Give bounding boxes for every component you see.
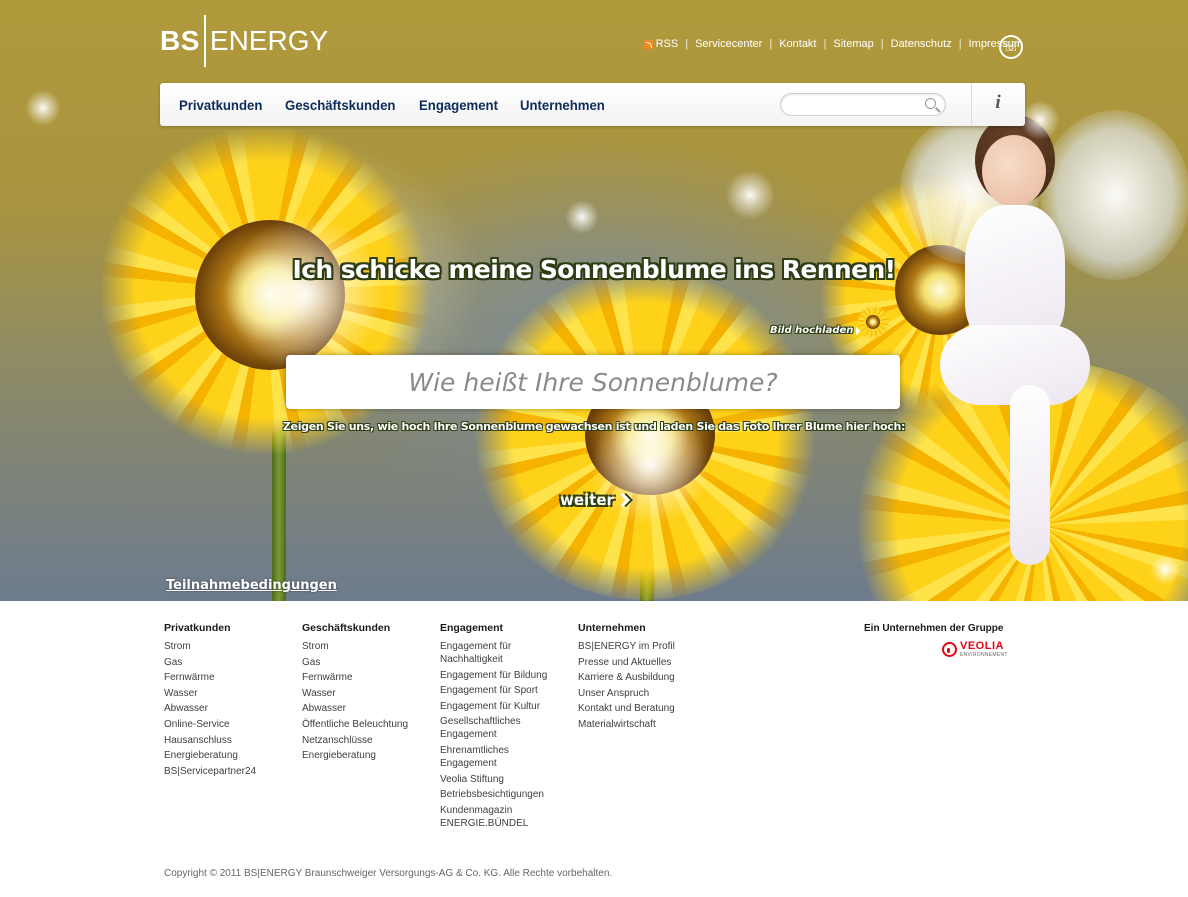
terms-link[interactable]: Teilnahmebedingungen xyxy=(166,578,337,593)
footer-link[interactable]: Fernwärme xyxy=(164,671,289,684)
footer-link[interactable]: Energieberatung xyxy=(302,749,427,762)
footer-link[interactable]: Engagement für Bildung xyxy=(440,669,558,682)
footer-link[interactable]: Betriebsbesichtigungen xyxy=(440,788,558,801)
veolia-subtitle: ENVIRONNEMENT xyxy=(960,652,1008,658)
upload-image-link[interactable]: Bild hochladen xyxy=(770,325,862,336)
sparkle xyxy=(25,90,61,126)
footer-link[interactable]: Engagement für Kultur xyxy=(440,700,558,713)
veolia-logo[interactable]: VEOLIA ENVIRONNEMENT xyxy=(942,641,1008,658)
topnav-rss[interactable]: RSS xyxy=(656,38,679,50)
footer-link[interactable]: Gesellschaftliches Engagement xyxy=(440,715,558,741)
footer-link[interactable]: Gas xyxy=(302,656,427,669)
footer-column-geschaeftskunden: Geschäftskunden Strom Gas Fernwärme Wass… xyxy=(302,622,427,765)
search-input[interactable] xyxy=(791,94,921,115)
group-label: Ein Unternehmen der Gruppe xyxy=(864,623,1004,634)
footer-link[interactable]: Presse und Aktuelles xyxy=(578,656,703,669)
footer-link[interactable]: Strom xyxy=(302,640,427,653)
topnav-kontakt[interactable]: Kontakt xyxy=(779,38,816,50)
logo-divider xyxy=(203,15,206,67)
logo-bs-text: BS xyxy=(160,25,200,56)
search-box xyxy=(780,93,946,116)
fairy-girl-image xyxy=(880,95,1188,601)
footer-link[interactable]: Abwasser xyxy=(164,702,289,715)
topnav-separator: | xyxy=(769,38,773,50)
footer-link[interactable]: Wasser xyxy=(164,687,289,700)
footer-link[interactable]: Unser Anspruch xyxy=(578,687,703,700)
footer-link[interactable]: Online-Service xyxy=(164,718,289,731)
footer-link[interactable]: Engagement für Nachhaltigkeit xyxy=(440,640,558,666)
footer-link[interactable]: Veolia Stiftung xyxy=(440,773,558,786)
nav-divider xyxy=(971,83,972,126)
nav-engagement[interactable]: Engagement xyxy=(419,97,498,113)
topnav-separator: | xyxy=(823,38,827,50)
upload-instruction: Zeigen Sie uns, wie hoch Ihre Sonnenblum… xyxy=(282,420,906,433)
footer-link[interactable]: Wasser xyxy=(302,687,427,700)
footer-column-privatkunden: Privatkunden Strom Gas Fernwärme Wasser … xyxy=(164,622,289,780)
next-button-label: weiter xyxy=(560,491,614,509)
nav-geschaeftskunden[interactable]: Geschäftskunden xyxy=(285,97,395,113)
rss-icon[interactable] xyxy=(643,39,653,49)
topnav-separator: | xyxy=(685,38,689,50)
nav-privatkunden[interactable]: Privatkunden xyxy=(179,97,262,113)
main-navigation: Privatkunden Geschäftskunden Engagement … xyxy=(160,83,1025,126)
copyright-text: Copyright © 2011 BS|ENERGY Braunschweige… xyxy=(164,868,613,879)
info-icon[interactable]: i xyxy=(988,92,1008,116)
footer-link[interactable]: Kundenmagazin ENERGIE.BÜNDEL xyxy=(440,804,558,830)
bs-energy-logo[interactable]: BS ENERGY xyxy=(160,14,328,68)
footer-column-title: Privatkunden xyxy=(164,622,231,634)
flower-name-field xyxy=(286,355,900,409)
topnav-servicecenter[interactable]: Servicecenter xyxy=(695,38,762,50)
veolia-name: VEOLIA xyxy=(960,640,1004,652)
footer-link[interactable]: Abwasser xyxy=(302,702,427,715)
footer-column-title: Engagement xyxy=(440,622,504,634)
footer-column-title: Unternehmen xyxy=(578,622,646,634)
footer-link[interactable]: BS|Servicepartner24 xyxy=(164,765,289,778)
footer-link[interactable]: Fernwärme xyxy=(302,671,427,684)
footer-link[interactable]: BS|ENERGY im Profil xyxy=(578,640,703,653)
flower-name-input[interactable] xyxy=(298,367,888,397)
topnav-datenschutz[interactable]: Datenschutz xyxy=(891,38,952,50)
nav-unternehmen[interactable]: Unternehmen xyxy=(520,97,605,113)
campaign-headline: Ich schicke meine Sonnenblume ins Rennen… xyxy=(292,255,897,284)
sunflower-icon[interactable] xyxy=(856,305,890,339)
footer-link[interactable]: Kontakt und Beratung xyxy=(578,702,703,715)
sparkle xyxy=(225,215,385,375)
topnav-sitemap[interactable]: Sitemap xyxy=(833,38,873,50)
footer-link[interactable]: Öffentliche Beleuchtung xyxy=(302,718,427,731)
footer-link[interactable]: Hausanschluss xyxy=(164,734,289,747)
footer: Privatkunden Strom Gas Fernwärme Wasser … xyxy=(0,601,1188,897)
sparkle xyxy=(565,200,599,234)
footer-column-title: Geschäftskunden xyxy=(302,622,391,634)
sparkle xyxy=(725,170,775,220)
footer-link[interactable]: Netzanschlüsse xyxy=(302,734,427,747)
search-icon[interactable] xyxy=(925,98,936,109)
topnav-separator: | xyxy=(958,38,962,50)
logo-energy-text: ENERGY xyxy=(209,25,329,56)
veolia-logo-icon xyxy=(942,642,957,657)
topnav-separator: | xyxy=(880,38,884,50)
footer-link[interactable]: Energieberatung xyxy=(164,749,289,762)
footer-link[interactable]: Karriere & Ausbildung xyxy=(578,671,703,684)
phone-icon[interactable]: ☏ xyxy=(999,35,1023,59)
next-button[interactable]: weiter xyxy=(560,491,630,509)
footer-column-unternehmen: Unternehmen BS|ENERGY im Profil Presse u… xyxy=(578,622,703,734)
top-navigation: RSS | Servicecenter | Kontakt | Sitemap … xyxy=(643,38,1023,50)
footer-link[interactable]: Gas xyxy=(164,656,289,669)
chevron-right-icon xyxy=(615,492,630,508)
footer-link[interactable]: Strom xyxy=(164,640,289,653)
footer-link[interactable]: Materialwirtschaft xyxy=(578,718,703,731)
flower-stem xyxy=(272,430,286,601)
footer-link[interactable]: Engagement für Sport xyxy=(440,684,558,697)
footer-link[interactable]: Ehrenamtliches Engagement xyxy=(440,744,558,770)
upload-label: Bild hochladen xyxy=(770,325,854,336)
footer-column-engagement: Engagement Engagement für Nachhaltigkeit… xyxy=(440,622,558,832)
